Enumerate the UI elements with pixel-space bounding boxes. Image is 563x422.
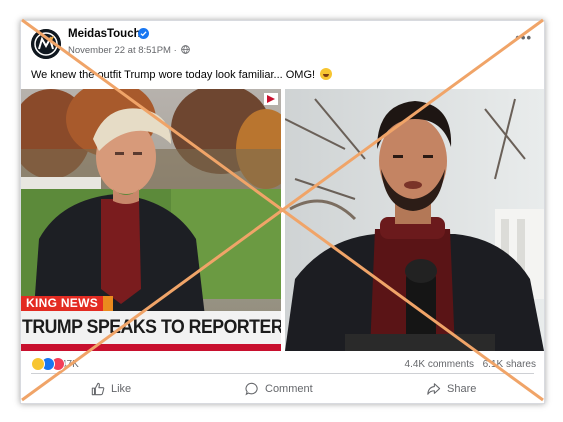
like-button[interactable]: Like (91, 377, 131, 401)
post-caption: We knew the outfit Trump wore today look… (31, 68, 333, 81)
facebook-post-card: MeidasTouch November 22 at 8:51PM · ••• … (20, 20, 545, 404)
page-name[interactable]: MeidasTouch (68, 28, 141, 40)
comment-button[interactable]: Comment (245, 377, 313, 401)
globe-icon (181, 45, 191, 54)
comment-bubble-icon (245, 382, 258, 396)
post-header: MeidasTouch November 22 at 8:51PM · ••• (21, 21, 544, 65)
ticker-bottom-bar (21, 344, 281, 351)
post-date[interactable]: November 22 at 8:51PM (68, 45, 171, 56)
post-stats: 47K 4.4K comments 6.1K shares (21, 351, 544, 371)
share-button[interactable]: Share (426, 377, 476, 401)
haha-reaction-icon (31, 357, 45, 371)
share-arrow-icon (427, 383, 441, 395)
verified-badge-icon (138, 28, 149, 39)
thumbs-up-icon (91, 382, 105, 396)
news-broadcast-photo[interactable]: KING NEWS TRUMP SPEAKS TO REPORTERS AT T… (21, 89, 281, 351)
caption-text: We knew the outfit Trump wore today look… (31, 69, 316, 81)
page-avatar[interactable] (31, 29, 61, 59)
share-label: Share (447, 383, 477, 395)
laughing-emoji-icon (320, 68, 333, 80)
like-label: Like (111, 383, 132, 395)
post-media[interactable]: KING NEWS TRUMP SPEAKS TO REPORTERS AT T… (21, 89, 544, 351)
speaker-photo[interactable] (285, 89, 544, 351)
speaker-image (285, 89, 544, 351)
post-meta: November 22 at 8:51PM · (68, 45, 191, 56)
news-label: KING NEWS (21, 296, 104, 311)
comment-label: Comment (265, 383, 313, 395)
more-options-button[interactable]: ••• (515, 31, 532, 44)
shares-count[interactable]: 6.1K shares (483, 359, 536, 370)
news-ticker-text: TRUMP SPEAKS TO REPORTERS AT THE (22, 317, 281, 338)
comments-count[interactable]: 4.4K comments (405, 359, 474, 370)
meta-separator: · (173, 45, 177, 56)
post-actions: Like Comment Share (21, 374, 544, 403)
